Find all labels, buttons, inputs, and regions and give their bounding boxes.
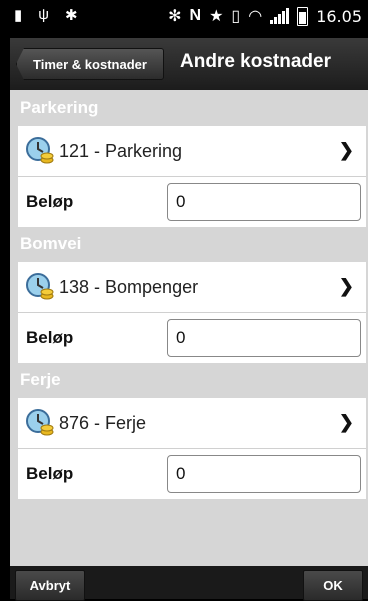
clock-coins-icon	[26, 409, 54, 436]
cost-item-row[interactable]: 876 - Ferje ❯	[18, 398, 366, 449]
amount-row: Beløp	[18, 449, 366, 499]
cost-item-row[interactable]: 121 - Parkering ❯	[18, 126, 366, 177]
battery-icon	[297, 6, 309, 26]
section-card-ferje: 876 - Ferje ❯ Beløp	[18, 398, 366, 499]
amount-label: Beløp	[26, 192, 74, 211]
amount-row: Beløp	[18, 313, 366, 363]
section-card-parkering: 121 - Parkering ❯ Beløp	[18, 126, 366, 227]
back-button[interactable]: Timer & kostnader	[16, 48, 164, 80]
bluetooth-icon: ✻	[168, 8, 182, 25]
star-icon: ★	[209, 8, 224, 25]
ok-button[interactable]: OK	[303, 570, 363, 601]
section-title-ferje: Ferje	[20, 370, 61, 389]
clock-coins-icon	[26, 273, 54, 300]
amount-input-bomvei[interactable]	[167, 319, 361, 357]
section-card-bomvei: 138 - Bompenger ❯ Beløp	[18, 262, 366, 363]
status-icons-right: ✻ N ★ ▯ ◠ 16.05	[168, 6, 362, 26]
page-title: Andre kostnader	[180, 51, 331, 72]
nfc-icon: N	[189, 7, 202, 24]
status-bar: ▮ ψ ✱ ✻ N ★ ▯ ◠ 16.05	[0, 0, 368, 38]
cost-item-label: 138 - Bompenger	[59, 276, 199, 297]
section-title-bomvei: Bomvei	[20, 234, 82, 253]
usb-icon: ψ	[38, 6, 49, 23]
vibrate-icon: ▯	[231, 8, 241, 25]
cost-item-row[interactable]: 138 - Bompenger ❯	[18, 262, 366, 313]
amount-label: Beløp	[26, 464, 74, 483]
chevron-right-icon: ❯	[338, 276, 354, 296]
wifi-icon: ◠	[248, 8, 263, 25]
action-bar: Timer & kostnader Andre kostnader	[10, 38, 368, 91]
android-debug-icon: ✱	[64, 7, 78, 24]
amount-row: Beløp	[18, 177, 366, 227]
signal-icon	[270, 8, 290, 24]
amount-input-parkering[interactable]	[167, 183, 361, 221]
content-area: Parkering 121 - Parkering ❯ Beløp Bomvei	[10, 90, 368, 566]
chevron-right-icon: ❯	[338, 140, 354, 160]
cancel-button[interactable]: Avbryt	[15, 570, 85, 601]
amount-input-ferje[interactable]	[167, 455, 361, 493]
clock-coins-icon	[26, 137, 54, 164]
screen: ▮ ψ ✱ ✻ N ★ ▯ ◠ 16.05 Timer & kostnader …	[0, 0, 368, 601]
status-time: 16.05	[316, 6, 362, 26]
bottom-bar: Avbryt OK	[10, 566, 368, 601]
amount-label: Beløp	[26, 328, 74, 347]
chevron-right-icon: ❯	[338, 412, 354, 432]
section-title-parkering: Parkering	[20, 98, 99, 117]
cost-item-label: 876 - Ferje	[59, 412, 147, 433]
sim-card-icon: ▮	[14, 7, 23, 24]
cost-item-label: 121 - Parkering	[59, 140, 183, 161]
status-icons-left: ▮ ψ ✱	[14, 6, 78, 24]
